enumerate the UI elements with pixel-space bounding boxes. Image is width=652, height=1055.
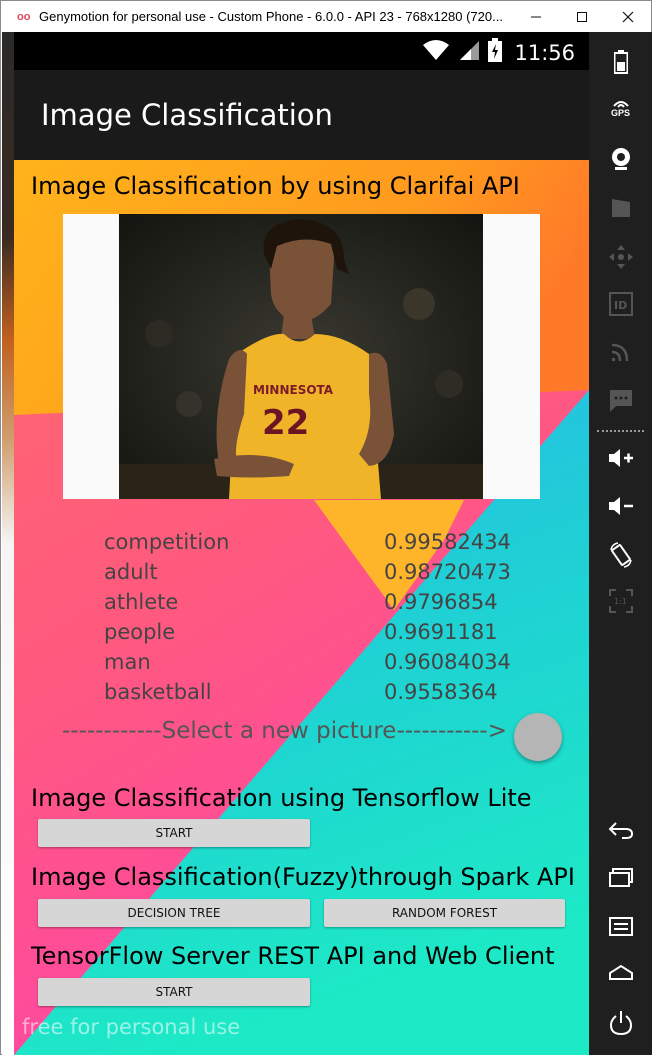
watermark: free for personal use xyxy=(22,1015,241,1039)
scale-label: 1:1 xyxy=(614,597,627,606)
jersey-number: 22 xyxy=(262,403,309,443)
tflite-start-button[interactable]: START xyxy=(38,819,310,847)
gps-icon[interactable]: GPS xyxy=(589,98,652,118)
window-title: Genymotion for personal use - Custom Pho… xyxy=(39,9,503,24)
result-label: athlete xyxy=(104,590,179,614)
random-forest-button[interactable]: RANDOM FOREST xyxy=(324,899,565,927)
select-picture-hint: ------------Select a new picture--------… xyxy=(62,718,508,744)
maximize-icon[interactable] xyxy=(559,1,605,32)
result-row: people 0.9691181 xyxy=(104,620,524,650)
id-label: ID xyxy=(614,299,627,312)
main-content[interactable]: Image Classification by using Clarifai A… xyxy=(14,160,589,1055)
webcam-icon[interactable] xyxy=(589,147,652,171)
genymotion-logo: oo xyxy=(17,10,31,23)
result-row: basketball 0.9558364 xyxy=(104,680,524,710)
sidebar-divider xyxy=(597,430,644,432)
genymotion-sidebar: GPS ID 1:1 xyxy=(589,32,652,1055)
video-capture-icon[interactable] xyxy=(589,197,652,219)
photo-frame[interactable]: MINNESOTA 22 xyxy=(63,214,540,499)
decision-tree-button[interactable]: DECISION TREE xyxy=(38,899,310,927)
window-titlebar[interactable]: oo Genymotion for personal use - Custom … xyxy=(1,1,651,32)
phone-screen: 11:56 Image Classification Image Classif… xyxy=(14,32,589,1055)
background-window-strip xyxy=(2,32,14,1055)
menu-icon[interactable] xyxy=(589,916,652,938)
result-label: man xyxy=(104,650,151,674)
minimize-icon[interactable] xyxy=(513,1,559,32)
signal-icon xyxy=(458,39,480,66)
cast-icon[interactable] xyxy=(589,340,652,362)
id-icon[interactable]: ID xyxy=(589,292,652,316)
app-bar: Image Classification xyxy=(14,70,589,160)
home-icon[interactable] xyxy=(589,964,652,982)
result-score: 0.99582434 xyxy=(384,530,511,554)
result-score: 0.98720473 xyxy=(384,560,511,584)
back-icon[interactable] xyxy=(589,820,652,840)
power-icon[interactable] xyxy=(589,1010,652,1036)
emulator-window: oo Genymotion for personal use - Custom … xyxy=(0,0,652,1055)
recent-apps-icon[interactable] xyxy=(589,868,652,888)
result-score: 0.9691181 xyxy=(384,620,498,644)
volume-down-icon[interactable] xyxy=(589,495,652,517)
result-label: competition xyxy=(104,530,230,554)
wifi-icon xyxy=(422,39,450,66)
result-score: 0.96084034 xyxy=(384,650,511,674)
tfserver-heading: TensorFlow Server REST API and Web Clien… xyxy=(31,942,555,970)
battery-icon[interactable] xyxy=(589,50,652,74)
battery-icon xyxy=(488,38,503,67)
app-title: Image Classification xyxy=(41,98,333,132)
result-label: adult xyxy=(104,560,158,584)
classified-photo[interactable]: MINNESOTA 22 xyxy=(119,214,483,499)
result-row: athlete 0.9796854 xyxy=(104,590,524,620)
result-score: 0.9558364 xyxy=(384,680,498,704)
result-score: 0.9796854 xyxy=(384,590,498,614)
sms-icon[interactable] xyxy=(589,388,652,414)
tflite-heading: Image Classification using Tensorflow Li… xyxy=(31,784,532,812)
status-bar: 11:56 xyxy=(14,32,589,70)
result-row: man 0.96084034 xyxy=(104,650,524,680)
result-label: basketball xyxy=(104,680,212,704)
result-label: people xyxy=(104,620,176,644)
result-row: adult 0.98720473 xyxy=(104,560,524,590)
volume-up-icon[interactable] xyxy=(589,447,652,469)
scale-icon[interactable]: 1:1 xyxy=(589,589,652,613)
jersey-text: MINNESOTA xyxy=(253,383,334,397)
status-time: 11:56 xyxy=(514,40,575,65)
tfserver-start-button[interactable]: START xyxy=(38,978,310,1006)
dpad-icon[interactable] xyxy=(589,244,652,270)
rotate-icon[interactable] xyxy=(589,542,652,568)
gps-label: GPS xyxy=(610,108,630,118)
result-row: competition 0.99582434 xyxy=(104,530,524,560)
spark-heading: Image Classification(Fuzzy)through Spark… xyxy=(31,863,575,891)
close-icon[interactable] xyxy=(605,1,651,32)
clarifai-heading: Image Classification by using Clarifai A… xyxy=(31,172,520,200)
select-picture-fab[interactable] xyxy=(514,713,562,761)
